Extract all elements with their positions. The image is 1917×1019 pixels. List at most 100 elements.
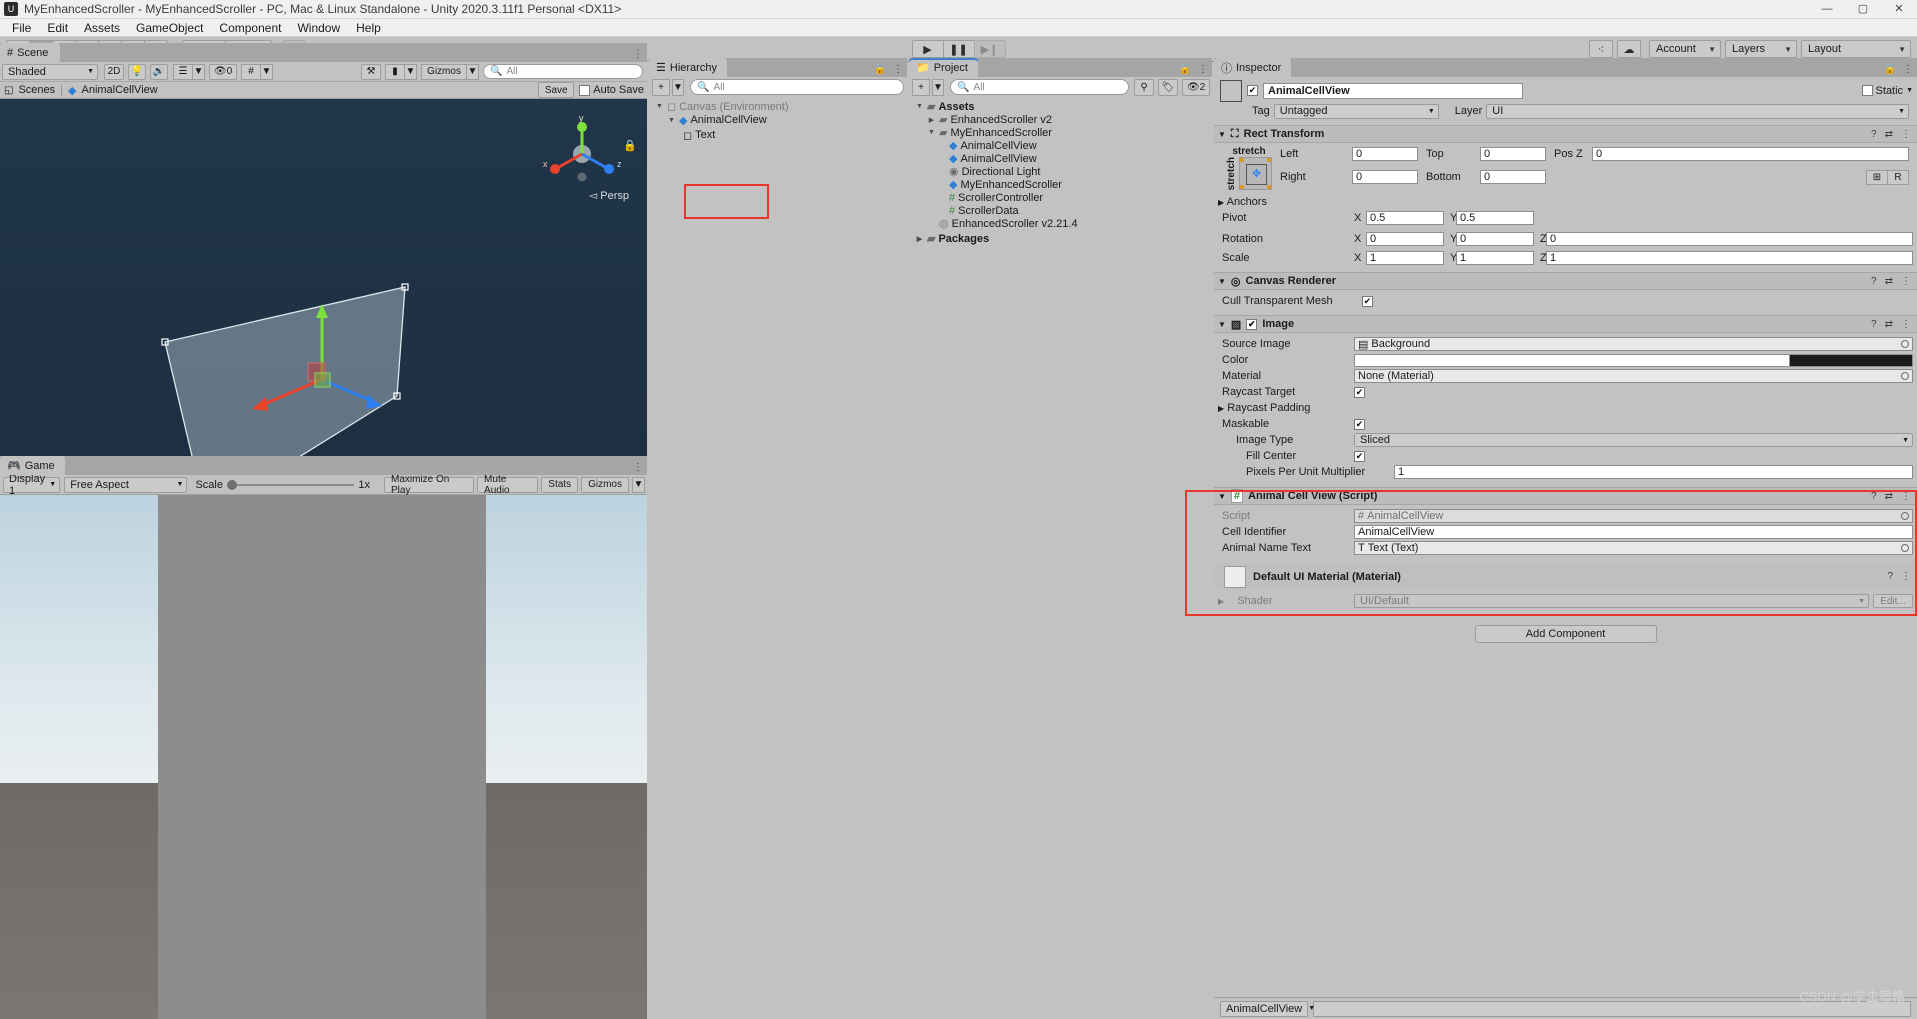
rotation-x-field[interactable]: 0	[1366, 232, 1444, 246]
project-hidden-toggle[interactable]: 👁2	[1182, 79, 1210, 96]
project-tree[interactable]: ▼ ▰ Assets ▶ ▰ EnhancedScroller v2 ▼ ▰ M…	[909, 98, 1212, 1019]
anchor-preset-widget[interactable]: stretch stretch ✥	[1218, 146, 1280, 190]
gizmos-dropdown-caret-icon[interactable]: ▼	[466, 64, 479, 80]
game-gizmos-toggle[interactable]: Gizmos	[581, 477, 629, 493]
2d-toggle[interactable]: 2D	[104, 64, 124, 80]
project-row-myenhancedscroller-prefab[interactable]: ◆ MyEnhancedScroller	[909, 178, 1212, 191]
fx-dropdown-caret-icon[interactable]: ▼	[192, 64, 205, 80]
component-header-animal-cell-view[interactable]: ▼ # Animal Cell View (Script) ? ⇄ ⋮	[1214, 487, 1917, 505]
account-dropdown[interactable]: Account ▼	[1649, 40, 1721, 58]
tab-scene[interactable]: # Scene	[0, 43, 60, 62]
help-icon[interactable]: ?	[1871, 129, 1877, 140]
foldout-triangle-icon[interactable]: ▼	[1218, 130, 1226, 139]
scene-tab-menu-icon[interactable]: ⋮	[633, 49, 643, 60]
shader-dropdown[interactable]: UI/Default ▼	[1354, 594, 1869, 608]
menu-item-window[interactable]: Window	[289, 19, 348, 37]
maximize-on-play-toggle[interactable]: Maximize On Play	[384, 477, 474, 493]
scene-viewport[interactable]: y x z ◅ Persp 🔒	[0, 99, 647, 456]
menu-item-help[interactable]: Help	[348, 19, 389, 37]
project-row-scrollerdata[interactable]: # ScrollerData	[909, 204, 1212, 217]
play-button[interactable]: ▶	[912, 40, 944, 58]
expand-triangle-icon[interactable]: ▼	[667, 117, 676, 124]
preset-icon[interactable]: ⇄	[1885, 491, 1893, 502]
hidden-objects-toggle[interactable]: 👁0	[209, 64, 237, 80]
object-enabled-checkbox[interactable]: ✔	[1247, 85, 1258, 96]
static-toggle-group[interactable]: Static ▼	[1862, 85, 1913, 97]
raycast-target-checkbox[interactable]: ✔	[1354, 387, 1365, 398]
component-header-image[interactable]: ▼ ▧ ✔ Image ? ⇄ ⋮	[1214, 315, 1917, 333]
script-field[interactable]: # AnimalCellView	[1354, 509, 1913, 523]
source-image-field[interactable]: ▤ Background	[1354, 337, 1913, 351]
foldout-triangle-icon[interactable]: ▼	[1218, 320, 1226, 329]
tab-game[interactable]: 🎮 Game	[0, 456, 65, 475]
foldout-triangle-icon[interactable]: ▶	[1218, 198, 1224, 207]
component-menu-icon[interactable]: ⋮	[1901, 571, 1911, 582]
close-button[interactable]: ✕	[1881, 0, 1917, 19]
window-controls[interactable]: — ▢ ✕	[1809, 0, 1917, 19]
hierarchy-tab-menu-icon[interactable]: ⋮	[893, 64, 903, 75]
lock-icon[interactable]: 🔓	[1884, 64, 1896, 75]
scale-x-field[interactable]: 1	[1366, 251, 1444, 265]
project-row-animalcellview-prefab[interactable]: ◆ AnimalCellView	[909, 139, 1212, 152]
object-picker-icon[interactable]	[1901, 544, 1909, 552]
tab-inspector[interactable]: ⓘ Inspector	[1214, 58, 1291, 77]
lock-icon[interactable]: 🔓	[1179, 64, 1191, 75]
right-field[interactable]: 0	[1352, 170, 1418, 184]
hierarchy-tree[interactable]: ▼ ◻ Canvas (Environment) ▼ ◆ AnimalCellV…	[649, 98, 907, 1019]
help-icon[interactable]: ?	[1887, 571, 1893, 582]
raw-edit-mode-toggle[interactable]: R	[1887, 170, 1909, 185]
help-icon[interactable]: ?	[1871, 276, 1877, 287]
preset-icon[interactable]: ⇄	[1885, 129, 1893, 140]
hierarchy-search-input[interactable]: 🔍 All	[690, 79, 904, 95]
hierarchy-row-animalcellview[interactable]: ▼ ◆ AnimalCellView	[649, 114, 907, 128]
camera-dropdown-caret-icon[interactable]: ▼	[404, 64, 417, 80]
mute-audio-toggle[interactable]: Mute Audio	[477, 477, 538, 493]
project-row-enhancedscroller-package[interactable]: ◎ EnhancedScroller v2.21.4	[909, 217, 1212, 230]
save-button[interactable]: Save	[538, 82, 574, 98]
object-picker-icon[interactable]	[1901, 372, 1909, 380]
scene-tools-icon[interactable]: ⚒	[361, 64, 381, 80]
footer-object-dropdown[interactable]: AnimalCellView ▼	[1220, 1001, 1308, 1017]
cull-transparent-mesh-checkbox[interactable]: ✔	[1362, 296, 1373, 307]
foldout-triangle-icon[interactable]: ▼	[1218, 492, 1226, 501]
layers-dropdown[interactable]: Layers ▼	[1725, 40, 1797, 58]
tab-hierarchy[interactable]: ☰ Hierarchy	[649, 58, 727, 77]
project-tab-menu-icon[interactable]: ⋮	[1198, 64, 1208, 75]
pixels-per-unit-field[interactable]: 1	[1394, 465, 1913, 479]
top-field[interactable]: 0	[1480, 147, 1546, 161]
pivot-y-field[interactable]: 0.5	[1456, 211, 1534, 225]
project-search-input[interactable]: 🔍 All	[950, 79, 1129, 95]
rotation-y-field[interactable]: 0	[1456, 232, 1534, 246]
component-header-rect-transform[interactable]: ▼ ⛶ Rect Transform ? ⇄ ⋮	[1214, 125, 1917, 143]
scale-z-field[interactable]: 1	[1546, 251, 1913, 265]
scene-lighting-icon[interactable]: 💡	[128, 64, 146, 80]
component-menu-icon[interactable]: ⋮	[1901, 319, 1911, 330]
scene-axis-gizmo[interactable]: y x z	[537, 109, 627, 199]
project-add-caret-icon[interactable]: ▼	[932, 79, 944, 96]
edit-shader-button[interactable]: Edit...	[1873, 594, 1913, 608]
image-enabled-checkbox[interactable]: ✔	[1246, 319, 1257, 330]
bottom-field[interactable]: 0	[1480, 170, 1546, 184]
material-preview-header[interactable]: Default UI Material (Material) ? ⋮	[1214, 564, 1917, 589]
animal-name-text-field[interactable]: T Text (Text)	[1354, 541, 1913, 555]
chevron-down-icon[interactable]: ▼	[1906, 87, 1913, 94]
expand-triangle-icon[interactable]: ▼	[655, 103, 664, 110]
raycast-padding-row[interactable]: ▶ Raycast Padding	[1214, 400, 1917, 416]
add-component-button[interactable]: Add Component	[1475, 625, 1657, 643]
maximize-button[interactable]: ▢	[1845, 0, 1881, 19]
project-row-packages[interactable]: ▶ ▰ Packages	[909, 232, 1212, 245]
foldout-triangle-icon[interactable]: ▶	[1218, 404, 1224, 413]
component-header-canvas-renderer[interactable]: ▼ ◎ Canvas Renderer ? ⇄ ⋮	[1214, 272, 1917, 290]
pause-button[interactable]: ❚❚	[943, 40, 975, 58]
tag-dropdown[interactable]: Untagged ▼	[1274, 104, 1439, 119]
aspect-dropdown[interactable]: Free Aspect ▼	[64, 477, 187, 493]
filter-by-type-icon[interactable]: ⚲	[1134, 79, 1154, 96]
project-row-animalcellview-prefab-2[interactable]: ◆ AnimalCellView	[909, 152, 1212, 165]
help-icon[interactable]: ?	[1871, 319, 1877, 330]
expand-triangle-icon[interactable]: ▼	[927, 129, 936, 136]
pivot-x-field[interactable]: 0.5	[1366, 211, 1444, 225]
anchors-foldout[interactable]: ▶ Anchors	[1214, 194, 1917, 210]
breadcrumb-scenes[interactable]: Scenes	[18, 84, 55, 96]
project-row-directional-light[interactable]: ◉ Directional Light	[909, 165, 1212, 178]
object-picker-icon[interactable]	[1901, 340, 1909, 348]
